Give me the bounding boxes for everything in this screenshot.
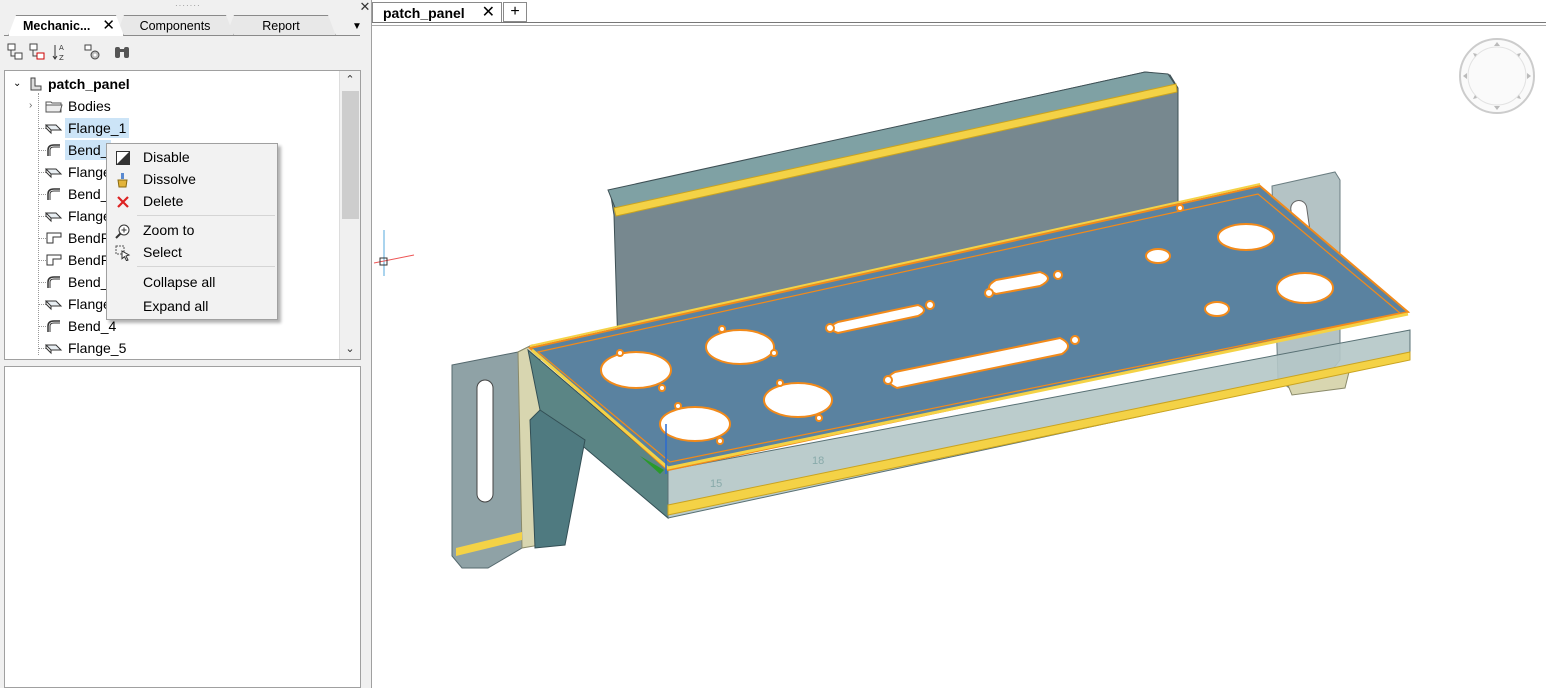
menu-item-dissolve[interactable]: Dissolve <box>109 168 275 190</box>
tree-node-label: Bend_ <box>68 274 109 290</box>
menu-item-label: Dissolve <box>143 171 196 187</box>
menu-item-label: Zoom to <box>143 222 195 238</box>
disable-icon <box>116 151 130 165</box>
tree-collapse-icon[interactable] <box>28 42 48 62</box>
svg-text:A: A <box>59 44 64 52</box>
menu-item-label: Disable <box>143 149 190 165</box>
menu-item-expand-all[interactable]: Expand all <box>109 295 275 317</box>
tree-node-label: Bend_ <box>65 140 112 160</box>
tab-components[interactable]: Components <box>116 15 234 36</box>
context-menu: Disable Dissolve Delete Zoom to Select C… <box>106 143 278 320</box>
scrollbar-thumb[interactable] <box>342 91 359 219</box>
tab-mechanical-label: Mechanic... <box>23 19 91 33</box>
tab-mechanical[interactable]: Mechanic... ✕ <box>8 15 124 36</box>
tab-menu-dropdown-icon[interactable]: ▼ <box>352 21 362 32</box>
dimension-label: 18 <box>812 455 824 467</box>
binoculars-icon[interactable] <box>112 42 132 62</box>
panel-drag-grip[interactable]: ······· <box>175 1 201 10</box>
tree-node-label: Flange_5 <box>68 340 127 356</box>
document-tab-divider <box>372 22 1546 23</box>
tree-node-item[interactable]: › Bodies <box>29 96 303 116</box>
menu-item-delete[interactable]: Delete <box>109 190 275 212</box>
document-tab-label: patch_panel <box>383 5 465 21</box>
scroll-down-icon[interactable]: ⌄ <box>340 341 360 358</box>
tab-report-label: Report <box>262 19 300 33</box>
document-tab-close-icon[interactable]: ✕ <box>482 3 495 23</box>
tree-scrollbar[interactable]: ⌃ ⌄ <box>339 71 360 359</box>
menu-item-label: Expand all <box>143 298 209 314</box>
tree-guide-line <box>38 93 39 355</box>
model-viewport[interactable]: 18 15 <box>373 26 1546 688</box>
tree-node-label: Bodies <box>68 98 111 114</box>
menu-item-label: Select <box>143 244 182 260</box>
left-mounting-bracket <box>451 344 541 569</box>
delete-icon <box>117 196 129 208</box>
svg-text:Z: Z <box>59 54 64 62</box>
tree-node-label: Flange_1 <box>65 118 130 138</box>
menu-item-disable[interactable]: Disable <box>109 146 275 168</box>
menu-item-zoom-to[interactable]: Zoom to <box>109 219 275 241</box>
navigation-wheel-icon[interactable] <box>1459 38 1535 114</box>
menu-separator <box>137 215 275 216</box>
sheet-metal-model[interactable]: 18 15 <box>373 26 1546 688</box>
dissolve-icon <box>117 173 128 188</box>
menu-separator <box>137 266 275 267</box>
add-document-tab-button[interactable]: + <box>503 2 527 22</box>
document-tabstrip: patch_panel ✕ + <box>372 0 1546 24</box>
ucs-icon <box>373 230 415 276</box>
chevron-right-icon[interactable]: › <box>29 96 32 116</box>
scroll-up-icon[interactable]: ⌃ <box>340 72 360 89</box>
menu-item-label: Collapse all <box>143 274 216 290</box>
tab-close-icon[interactable]: ✕ <box>102 16 115 36</box>
sort-az-icon[interactable]: AZ <box>50 42 70 62</box>
settings-tree-icon[interactable] <box>82 42 102 62</box>
tree-node-root[interactable]: ⌄ patch_panel <box>13 74 213 94</box>
panel-tabstrip: Report Components Mechanic... ✕ ▼ <box>4 15 364 37</box>
select-icon <box>115 245 131 261</box>
menu-item-select[interactable]: Select <box>109 241 275 263</box>
dimension-label: 15 <box>710 478 722 490</box>
tab-report[interactable]: Report <box>226 15 336 36</box>
tree-node-label: Bend_ <box>68 186 109 202</box>
tree-node-item[interactable]: Flange_1 <box>38 118 303 138</box>
document-tab-patch-panel[interactable]: patch_panel ✕ <box>372 2 502 23</box>
tab-components-label: Components <box>139 19 211 33</box>
tree-expand-icon[interactable] <box>6 42 26 62</box>
properties-pane <box>4 366 361 688</box>
chevron-down-icon[interactable]: ⌄ <box>13 74 21 94</box>
menu-item-label: Delete <box>143 193 184 209</box>
zoom-icon <box>115 224 130 239</box>
tree-node-item[interactable]: Flange_5 <box>38 338 303 358</box>
tree-node-label: patch_panel <box>48 76 130 92</box>
mechanical-browser-panel: ······· ✕ Report Components Mechanic... ✕… <box>0 0 372 688</box>
menu-item-collapse-all[interactable]: Collapse all <box>109 271 275 293</box>
panel-close-button[interactable]: ✕ <box>358 0 372 14</box>
